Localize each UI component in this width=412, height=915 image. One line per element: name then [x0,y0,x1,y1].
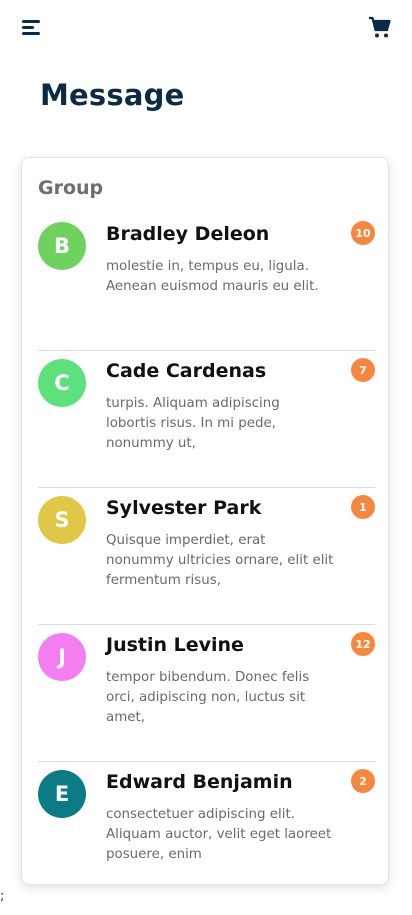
message-item[interactable]: E Edward Benjamin consectetuer adipiscin… [38,762,375,899]
avatar: E [38,770,86,818]
stray-semicolon-text: ; [0,889,5,904]
unread-count-badge: 1 [351,495,375,519]
message-preview: turpis. Aliquam adipiscing lobortis risu… [106,396,280,451]
message-sender-name: Sylvester Park [106,497,262,519]
avatar: C [38,359,86,407]
unread-count-badge: 12 [351,632,375,656]
message-sender-name: Justin Levine [106,634,244,656]
message-sender-name: Edward Benjamin [106,771,293,793]
message-item[interactable]: S Sylvester Park Quisque imperdiet, erat… [38,488,375,625]
message-preview: consectetuer adipiscing elit. Aliquam au… [106,807,332,862]
message-sender-name: Cade Cardenas [106,360,267,382]
avatar: S [38,496,86,544]
shopping-cart-icon[interactable] [368,16,392,40]
message-preview: Quisque imperdiet, erat nonummy ultricie… [106,533,334,588]
message-item[interactable]: B Bradley Deleon molestie in, tempus eu,… [38,214,375,351]
unread-count-badge: 2 [351,769,375,793]
message-preview: molestie in, tempus eu, ligula. Aenean e… [106,259,319,294]
page-title: Message [40,78,185,112]
message-group-card: Group B Bradley Deleon molestie in, temp… [21,157,389,885]
group-title: Group [38,177,104,199]
message-item[interactable]: J Justin Levine tempor bibendum. Donec f… [38,625,375,762]
message-list: B Bradley Deleon molestie in, tempus eu,… [38,214,375,899]
avatar: J [38,633,86,681]
unread-count-badge: 7 [351,358,375,382]
top-bar [0,0,412,56]
avatar: B [38,222,86,270]
message-item[interactable]: C Cade Cardenas turpis. Aliquam adipisci… [38,351,375,488]
unread-count-badge: 10 [351,221,375,245]
menu-icon[interactable] [22,18,44,38]
message-sender-name: Bradley Deleon [106,223,270,245]
message-preview: tempor bibendum. Donec felis orci, adipi… [106,670,310,725]
